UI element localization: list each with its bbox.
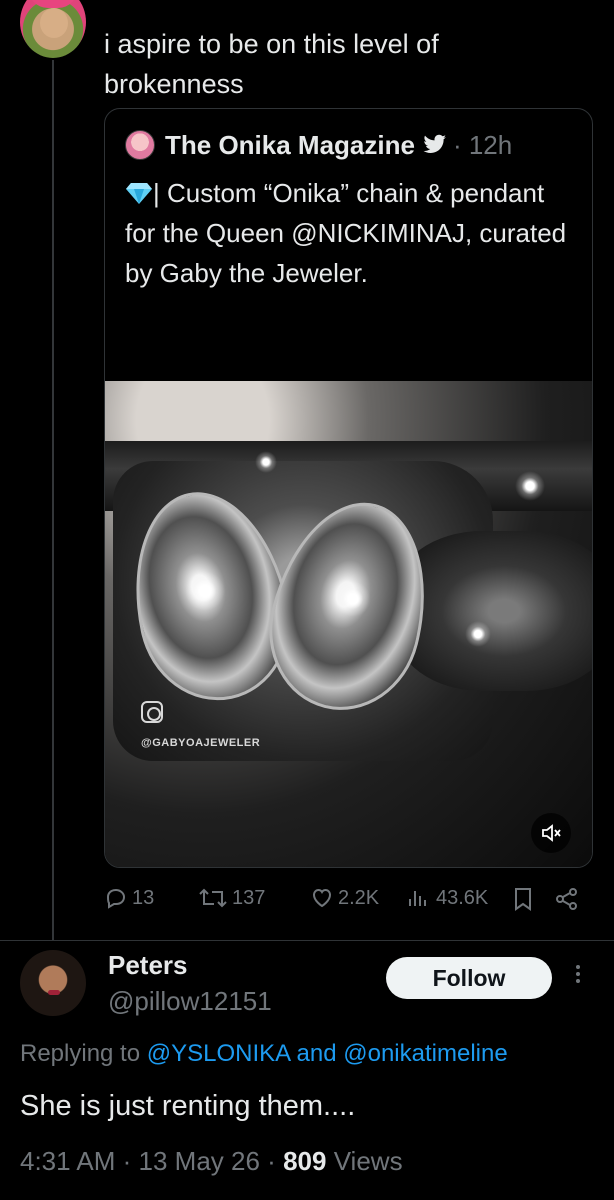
reply-tweet-text: She is just renting them.... [20,1090,356,1122]
sparkle [335,581,371,617]
replying-prefix: Replying to [20,1040,141,1067]
reply-time[interactable]: 4:31 AM [20,1146,115,1176]
sparkle [255,451,277,473]
retweet-action[interactable]: 137 [198,886,265,910]
heart-icon [312,888,332,908]
quoted-media-video[interactable]: @GABYOAJEWELER [105,381,592,867]
quoted-author-avatar[interactable] [125,130,155,160]
reply-author-avatar[interactable] [20,950,86,1016]
bird-icon [423,134,446,153]
like-action[interactable]: 2.2K [310,886,379,910]
reply-icon [106,888,126,909]
replying-to-user-1[interactable]: @YSLONIKA [147,1040,290,1067]
thread-line [52,60,54,940]
reply-meta: 4:31 AM · 13 May 26 · 809 Views [20,1146,403,1177]
quoted-tweet-body: | Custom “Onika” chain & pendant for the… [125,173,575,293]
cropped-header [100,0,590,14]
replying-to-user-2[interactable]: @onikatimeline [343,1040,507,1067]
views-count: 43.6K [436,886,489,909]
gem-icon [126,183,152,204]
retweet-icon [199,888,227,908]
instagram-icon [141,701,163,723]
quoted-tweet-text: | Custom “Onika” chain & pendant for the… [125,178,567,288]
reply-author-handle[interactable]: @pillow12151 [108,986,272,1017]
sparkle [185,571,225,611]
media-chain [394,531,592,691]
reply-views-label: Views [333,1146,403,1176]
replying-and: and [296,1040,337,1067]
follow-button[interactable]: Follow [386,957,552,999]
quoted-tweet-header: The Onika Magazine · 12h [125,129,512,161]
share-action[interactable] [554,886,584,912]
analytics-icon [409,891,426,906]
retweet-count: 137 [232,886,266,909]
replying-to-line: Replying to @YSLONIKA and @onikatimeline [20,1040,614,1068]
separator-dot: · [267,1146,284,1176]
sparkle [465,621,491,647]
bookmark-icon [515,888,531,911]
share-icon [556,888,577,910]
like-count: 2.2K [338,886,380,909]
reply-date[interactable]: 13 May 26 [139,1146,260,1176]
media-watermark: @GABYOAJEWELER [141,737,261,749]
reply-count: 13 [132,886,155,909]
tweet-actions-bar: 13 137 2.2K 43.6K [104,882,594,918]
quoted-tweet-time[interactable]: · 12h [453,130,512,161]
parent-tweet-text: i aspire to be on this level of brokenne… [104,29,439,99]
mute-toggle-button[interactable] [531,813,571,853]
quoted-author-name[interactable]: The Onika Magazine [165,130,415,161]
reply-author-name[interactable]: Peters [108,950,188,981]
parent-author-avatar[interactable] [20,0,86,58]
views-action[interactable]: 43.6K [406,886,488,910]
reply-action[interactable]: 13 [104,886,154,910]
separator-dot: · [122,1146,139,1176]
bookmark-action[interactable] [512,886,538,912]
more-options-icon[interactable] [570,962,586,994]
sparkle [515,471,545,501]
speaker-muted-icon [542,824,561,842]
quoted-tweet-card[interactable]: The Onika Magazine · 12h | Custom “Onika… [104,108,593,868]
divider [0,940,614,941]
reply-views-count: 809 [283,1146,327,1176]
